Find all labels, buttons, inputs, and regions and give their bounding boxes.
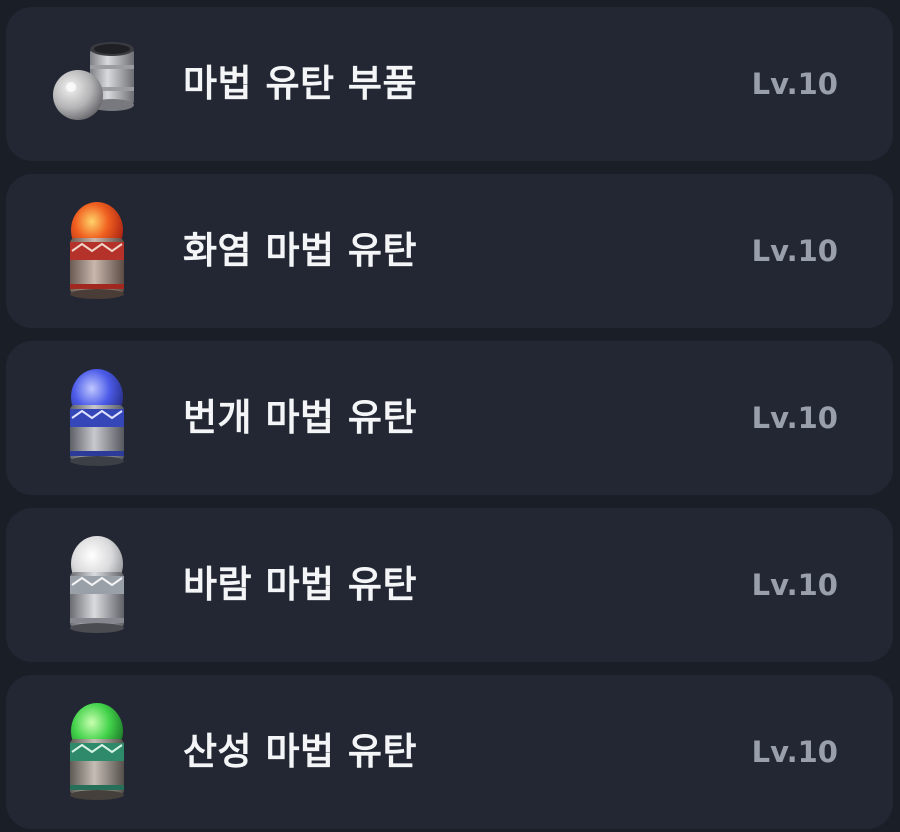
list-item-acid-magic-grenade[interactable]: 산성 마법 유탄 Lv.10	[6, 675, 893, 829]
list-item-magic-grenade-parts[interactable]: 마법 유탄 부품 Lv.10	[6, 7, 893, 161]
item-level: Lv.10	[751, 735, 838, 769]
fire-magic-grenade-icon	[42, 194, 152, 308]
item-level: Lv.10	[751, 67, 838, 101]
item-name: 산성 마법 유탄	[183, 730, 418, 773]
lightning-magic-grenade-icon	[42, 361, 152, 475]
magic-grenade-parts-icon	[42, 27, 152, 141]
item-level: Lv.10	[751, 568, 838, 602]
list-item-lightning-magic-grenade[interactable]: 번개 마법 유탄 Lv.10	[6, 341, 893, 495]
item-name: 화염 마법 유탄	[183, 229, 418, 272]
item-name: 번개 마법 유탄	[183, 396, 418, 439]
list-item-fire-magic-grenade[interactable]: 화염 마법 유탄 Lv.10	[6, 174, 893, 328]
wind-magic-grenade-icon	[42, 528, 152, 642]
acid-magic-grenade-icon	[42, 695, 152, 809]
item-level: Lv.10	[751, 401, 838, 435]
item-name: 바람 마법 유탄	[183, 563, 418, 606]
item-name: 마법 유탄 부품	[183, 62, 418, 105]
item-level: Lv.10	[751, 234, 838, 268]
list-item-wind-magic-grenade[interactable]: 바람 마법 유탄 Lv.10	[6, 508, 893, 662]
grenade-list: 마법 유탄 부품 Lv.10 화염 마법 유탄 Lv.10 번개 마법 유탄 L…	[0, 0, 900, 832]
